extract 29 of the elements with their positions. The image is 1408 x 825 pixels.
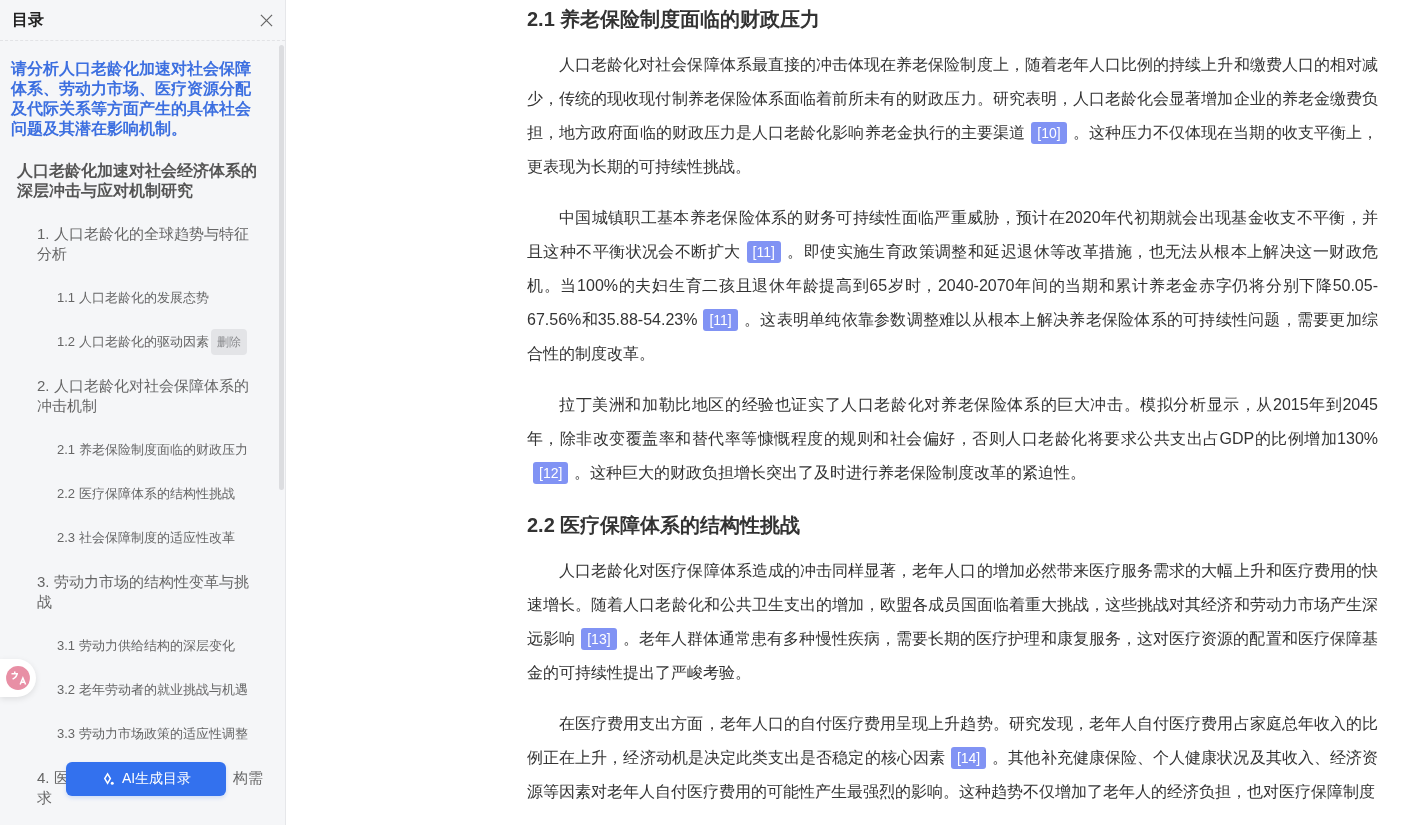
toc-item[interactable]: 1. 人口老龄化的全球趋势与特征分析 (11, 224, 263, 264)
paragraph: 人口老龄化对社会保障体系最直接的冲击体现在养老保险制度上，随着老年人口比例的持续上升和缴费人口的相对减少，传统的现收现付制养老保险体系面临着前所未有的财政压力。研究表明，人口老龄化会显著增加企业的养老金缴费负担，地方政府面临的财政压力是人口老龄化影响养老金执行的主要渠道 [10] 。这种压力不仅体现在当期的收支平衡上，更表现为长期的可持续性挑战。 (527, 55, 1378, 177)
ai-generate-button[interactable]: AI生成目录 (66, 762, 226, 796)
toc-subitem[interactable]: 3.3 劳动力市场政策的适应性调整 (57, 725, 248, 743)
toc-item[interactable]: 3. 劳动力市场的结构性变革与挑战 (11, 572, 263, 612)
paragraph: 拉丁美洲和加勒比地区的经验也证实了人口老龄化对养老保险体系的巨大冲击。模拟分析显示，从2015年到2045年，除非改变覆盖率和替代率等慷慨程度的规则和社会偏好，否则人口老龄化将要求公共支出占GDP的比例增加130% [12] 。这种巨大的财政负担增长突出了及时进行养老保险制度改革的紧迫性。 (527, 388, 1378, 490)
toc-subitem[interactable]: 2.2 医疗保障体系的结构性挑战 (57, 485, 235, 503)
toc-item[interactable]: 求 (37, 788, 52, 808)
toc-subitem[interactable]: 1.1 人口老龄化的发展态势 (57, 289, 209, 307)
toc-subitem[interactable]: 3.1 劳动力供给结构的深层变化 (57, 637, 235, 655)
paragraph: 人口老龄化对医疗保障体系造成的冲击同样显著，老年人口的增加必然带来医疗服务需求的大幅上升和医疗费用的快速增长。随着人口老龄化和公共卫生支出的增加，欧盟各成员国面临着重大挑战，这些挑战对其经济和劳动力市场产生深远影响 [13] 。老年人群体通常患有多种慢性疾病，需要长期的医疗护理和康复服务，这对医疗资源的配置和医疗保障基金的可持续性提出了严峻考验。 (527, 561, 1378, 683)
section-heading: 2.2 医疗保障体系的结构性挑战 (527, 513, 802, 538)
toc-item[interactable]: 构需 (233, 768, 263, 788)
toc-subitem[interactable]: 2.3 社会保障制度的适应性改革 (57, 529, 235, 547)
delete-button[interactable]: 删除 (210, 329, 247, 355)
toc-subitem[interactable]: 1.2 人口老龄化的驱动因素 (57, 333, 209, 351)
question-text: 请分析人口老龄化加速对社会保障体系、劳动力市场、医疗资源分配及代际关系等方面产生的具体社会问题及其潜在影响机制。 (11, 59, 252, 139)
toc-title[interactable]: 人口老龄化加速对社会经济体系的深层冲击与应对机制研究 (11, 161, 263, 201)
paragraph: 中国城镇职工基本养老保险体系的财务可持续性面临严重威胁，预计在2020年代初期就会出现基金收支不平衡，并且这种不平衡状况会不断扩大 [11] 。即使实施生育政策调整和延迟退休等改革措施，也无法从根本上解决这一财政危机。当100%的夫妇生育二孩且退休年龄提高到65岁时，2040-2070年间的当期和累计养老金赤字仍将分别下降50.05-67.56%和35.88-54.23% [11] 。这表明单纯依靠参数调整难以从根本上解决养老保险体系的可持续性问题，需要更加综合性的制度改革。 (527, 208, 1378, 364)
scrollbar-thumb[interactable] (279, 45, 284, 490)
panel-title: 目录 (12, 9, 44, 30)
toc-subitem[interactable]: 2.1 养老保险制度面临的财政压力 (57, 441, 248, 459)
translate-icon (5, 665, 31, 691)
toc-subitem[interactable]: 3.2 老年劳动者的就业挑战与机遇 (57, 681, 248, 699)
toc-item[interactable]: 2. 人口老龄化对社会保障体系的冲击机制 (11, 376, 263, 416)
section-heading: 2.1 养老保险制度面临的财政压力 (527, 7, 822, 32)
translate-button[interactable] (0, 659, 36, 697)
close-icon[interactable] (260, 13, 273, 27)
paragraph: 在医疗费用支出方面，老年人口的自付医疗费用呈现上升趋势。研究发现，老年人自付医疗费用占家庭总年收入的比例正在上升，经济动机是决定此类支出是否稳定的核心因素 [14] 。其他补充健康保险、个人健康状况及其收入、经济资源等因素对老年人自付医疗费用的可能性产生最强烈的影响。这种趋势不仅增加了老年人的经济负担，也对医疗保障制度 (527, 714, 1378, 802)
